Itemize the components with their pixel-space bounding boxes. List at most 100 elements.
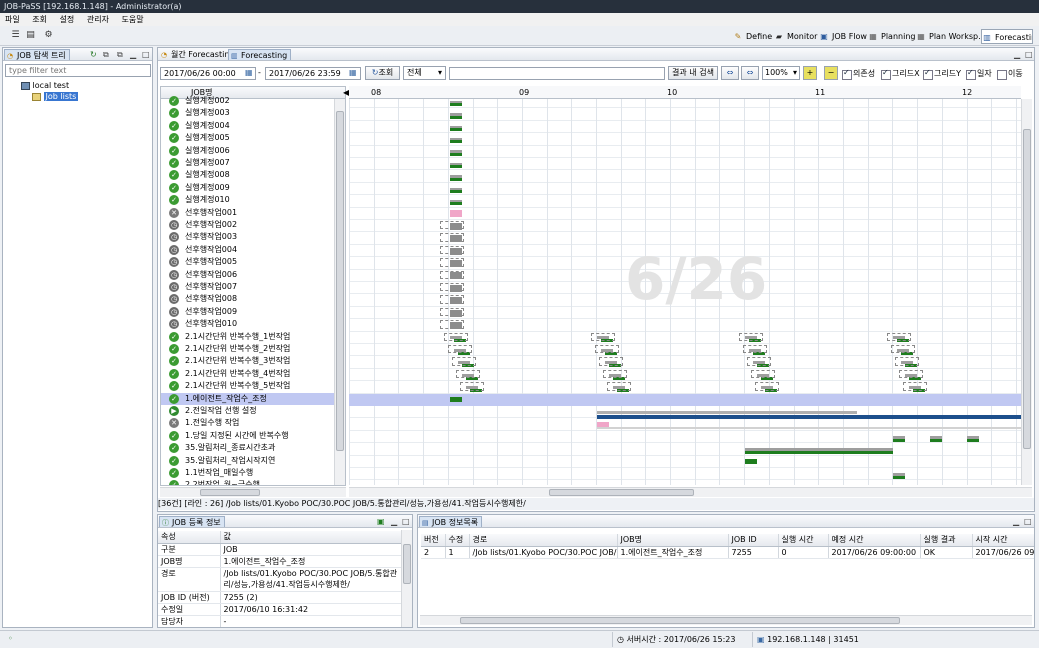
job-list-item[interactable]: ◷ 선후행작업008 xyxy=(161,293,338,305)
gantt-bar-waiting[interactable] xyxy=(450,247,462,255)
maximize-icon[interactable]: □ xyxy=(402,517,410,526)
job-list-item[interactable]: ✓ 1.1번작업_매일수행 xyxy=(161,467,338,479)
scroll-thumb[interactable] xyxy=(1023,129,1031,449)
date-from-input[interactable] xyxy=(160,67,256,80)
job-list-item[interactable]: ✓ 35.알림처리_작업시작지연 xyxy=(161,455,338,467)
gantt-bar[interactable] xyxy=(450,189,462,193)
calendar-icon[interactable]: ▦ xyxy=(349,68,357,77)
expand-icon[interactable]: ⇔ xyxy=(741,66,759,80)
job-history-hscrollbar[interactable] xyxy=(420,615,1032,625)
gridx-checkbox[interactable]: 그리드X xyxy=(881,68,920,80)
column-header[interactable]: 수정 xyxy=(445,534,470,547)
gantt-bar[interactable] xyxy=(450,103,462,107)
job-list-item[interactable]: ✕ 1.전일수행 작업 xyxy=(161,417,338,429)
job-list-item[interactable]: ✓ 실행계정004 xyxy=(161,120,338,132)
job-list-item[interactable]: ✓ 1.에이전트_작업수_조정 xyxy=(161,392,338,405)
job-list-item[interactable]: ▶ 2.전일작업 선행 설정 xyxy=(161,405,338,417)
minimize-icon[interactable]: ▁ xyxy=(391,517,397,526)
gantt-bar-waiting[interactable] xyxy=(450,272,462,280)
menu-admin[interactable]: 관리자 xyxy=(82,13,114,26)
job-list-item[interactable]: ✓ 2.1시간단위 반복수행_1번작업 xyxy=(161,331,338,343)
job-list-item[interactable]: ◷ 선후행작업003 xyxy=(161,231,338,243)
gantt-bar-long[interactable] xyxy=(597,415,1021,420)
tab-monthly-forecasting[interactable]: ◔ 월간 Forecasting xyxy=(159,49,238,60)
column-header[interactable]: 예정 시간 xyxy=(828,534,921,547)
table-row[interactable]: 2 1 /Job lists/01.Kyobo POC/30.POC JOB/5… xyxy=(421,546,1034,559)
search-input[interactable] xyxy=(449,67,665,80)
job-list-item[interactable]: ✓ 실행계정006 xyxy=(161,145,338,157)
job-list-item[interactable]: ◷ 선후행작업009 xyxy=(161,306,338,318)
scroll-thumb[interactable] xyxy=(403,544,411,584)
gantt-bar-waiting[interactable] xyxy=(450,284,462,292)
layout-icon[interactable]: ▤ xyxy=(25,30,36,41)
gantt-bar-waiting[interactable] xyxy=(450,235,462,243)
maximize-icon[interactable]: □ xyxy=(1024,517,1032,526)
tree-item-job-lists[interactable]: Job lists xyxy=(32,92,79,101)
table-row[interactable]: JOB ID (버전) 7255 (2) xyxy=(158,591,402,604)
gantt-bar-waiting[interactable] xyxy=(450,321,462,329)
perspective-forecasting[interactable]: ▥ Forecastin xyxy=(981,29,1033,44)
gantt-bar[interactable] xyxy=(450,127,462,131)
shrink-icon[interactable]: ⇔ xyxy=(721,66,739,80)
table-row[interactable]: 담당자 - xyxy=(158,615,402,627)
expand-all-icon[interactable]: ⧉ xyxy=(117,50,123,59)
scroll-thumb[interactable] xyxy=(460,617,900,624)
tree-filter-input[interactable] xyxy=(5,64,151,77)
job-list-item[interactable]: ✓ 실행계정008 xyxy=(161,169,338,181)
gantt-bar-long[interactable] xyxy=(597,410,857,414)
column-header[interactable]: 시작 시간 xyxy=(972,534,1034,547)
table-row[interactable]: 수정일 2017/06/10 16:31:42 xyxy=(158,603,402,616)
gantt-vscrollbar[interactable] xyxy=(1021,99,1032,485)
job-info-scrollbar[interactable] xyxy=(401,530,412,627)
job-list-item[interactable]: ✓ 2.1시간단위 반복수행_5번작업 xyxy=(161,380,338,392)
job-list-item[interactable]: ◷ 선후행작업005 xyxy=(161,256,338,268)
menu-settings[interactable]: 설정 xyxy=(55,13,80,26)
tab-job-info[interactable]: ⓘ JOB 등록 정보 xyxy=(159,516,225,527)
search-in-results-button[interactable]: 결과 내 검색 xyxy=(668,66,718,80)
job-list-item[interactable]: ◷ 선후행작업002 xyxy=(161,219,338,231)
gantt-bar[interactable] xyxy=(450,152,462,156)
gantt-bar-waiting[interactable] xyxy=(450,222,462,230)
dependency-checkbox[interactable]: 의존성 xyxy=(842,68,875,80)
list-view-icon[interactable]: ☰ xyxy=(10,30,21,41)
column-header[interactable]: 실행 시간 xyxy=(778,534,829,547)
perspective-jobflow[interactable]: ▣ JOB Flow xyxy=(819,29,867,44)
minimize-icon[interactable]: ▁ xyxy=(130,50,136,59)
gantt-bar[interactable] xyxy=(745,459,757,465)
perspective-planning[interactable]: ▦ Planning xyxy=(868,29,915,44)
refresh-icon[interactable]: ↻ xyxy=(90,50,97,59)
job-list-item[interactable]: ◷ 선후행작업010 xyxy=(161,318,338,330)
maximize-icon[interactable]: □ xyxy=(142,50,150,59)
job-list-hscrollbar[interactable] xyxy=(160,487,346,497)
tab-job-tree[interactable]: ◔ JOB 탐색 트리 xyxy=(4,49,70,60)
gantt-hscrollbar[interactable] xyxy=(349,487,1032,497)
tab-job-history[interactable]: ▤ JOB 정보목록 xyxy=(419,516,483,527)
job-list-item[interactable]: ✕ 선후행작업001 xyxy=(161,207,338,219)
scroll-thumb[interactable] xyxy=(200,489,260,496)
gantt-bar-error[interactable] xyxy=(450,210,462,218)
job-list-item[interactable]: ◷ 선후행작업004 xyxy=(161,244,338,256)
scroll-thumb[interactable] xyxy=(336,111,344,451)
gantt-bar[interactable] xyxy=(450,165,462,169)
job-list-item[interactable]: ✓ 2.1시간단위 반복수행_3번작업 xyxy=(161,355,338,367)
gear-icon[interactable]: ⚙ xyxy=(43,30,54,41)
zoom-out-icon[interactable]: − xyxy=(824,66,838,80)
minimize-icon[interactable]: ▁ xyxy=(1013,517,1019,526)
job-list-item[interactable]: ✓ 실행계정010 xyxy=(161,194,338,206)
gantt-bar[interactable] xyxy=(450,115,462,119)
job-list-item[interactable]: ◷ 선후행작업007 xyxy=(161,281,338,293)
gantt-bar[interactable] xyxy=(930,438,942,442)
column-header[interactable]: 실행 결과 xyxy=(920,534,973,547)
menu-file[interactable]: 파일 xyxy=(0,13,25,26)
column-header[interactable]: JOB명 xyxy=(617,534,729,547)
perspective-monitor[interactable]: ▰ Monitor xyxy=(774,29,818,44)
tree-root[interactable]: local test xyxy=(21,81,69,90)
column-header[interactable]: JOB ID xyxy=(728,534,779,547)
job-list-item[interactable]: ✓ 실행계정009 xyxy=(161,182,338,194)
calendar-icon[interactable]: ▦ xyxy=(245,68,253,77)
perspective-define[interactable]: ✎ Define xyxy=(733,29,772,44)
job-list-item[interactable]: ✓ 실행계정002 xyxy=(161,95,338,107)
menu-view[interactable]: 조회 xyxy=(27,13,52,26)
job-list-item[interactable]: ✓ 2.1시간단위 반복수행_4번작업 xyxy=(161,368,338,380)
gantt-bar-waiting[interactable] xyxy=(450,259,462,267)
